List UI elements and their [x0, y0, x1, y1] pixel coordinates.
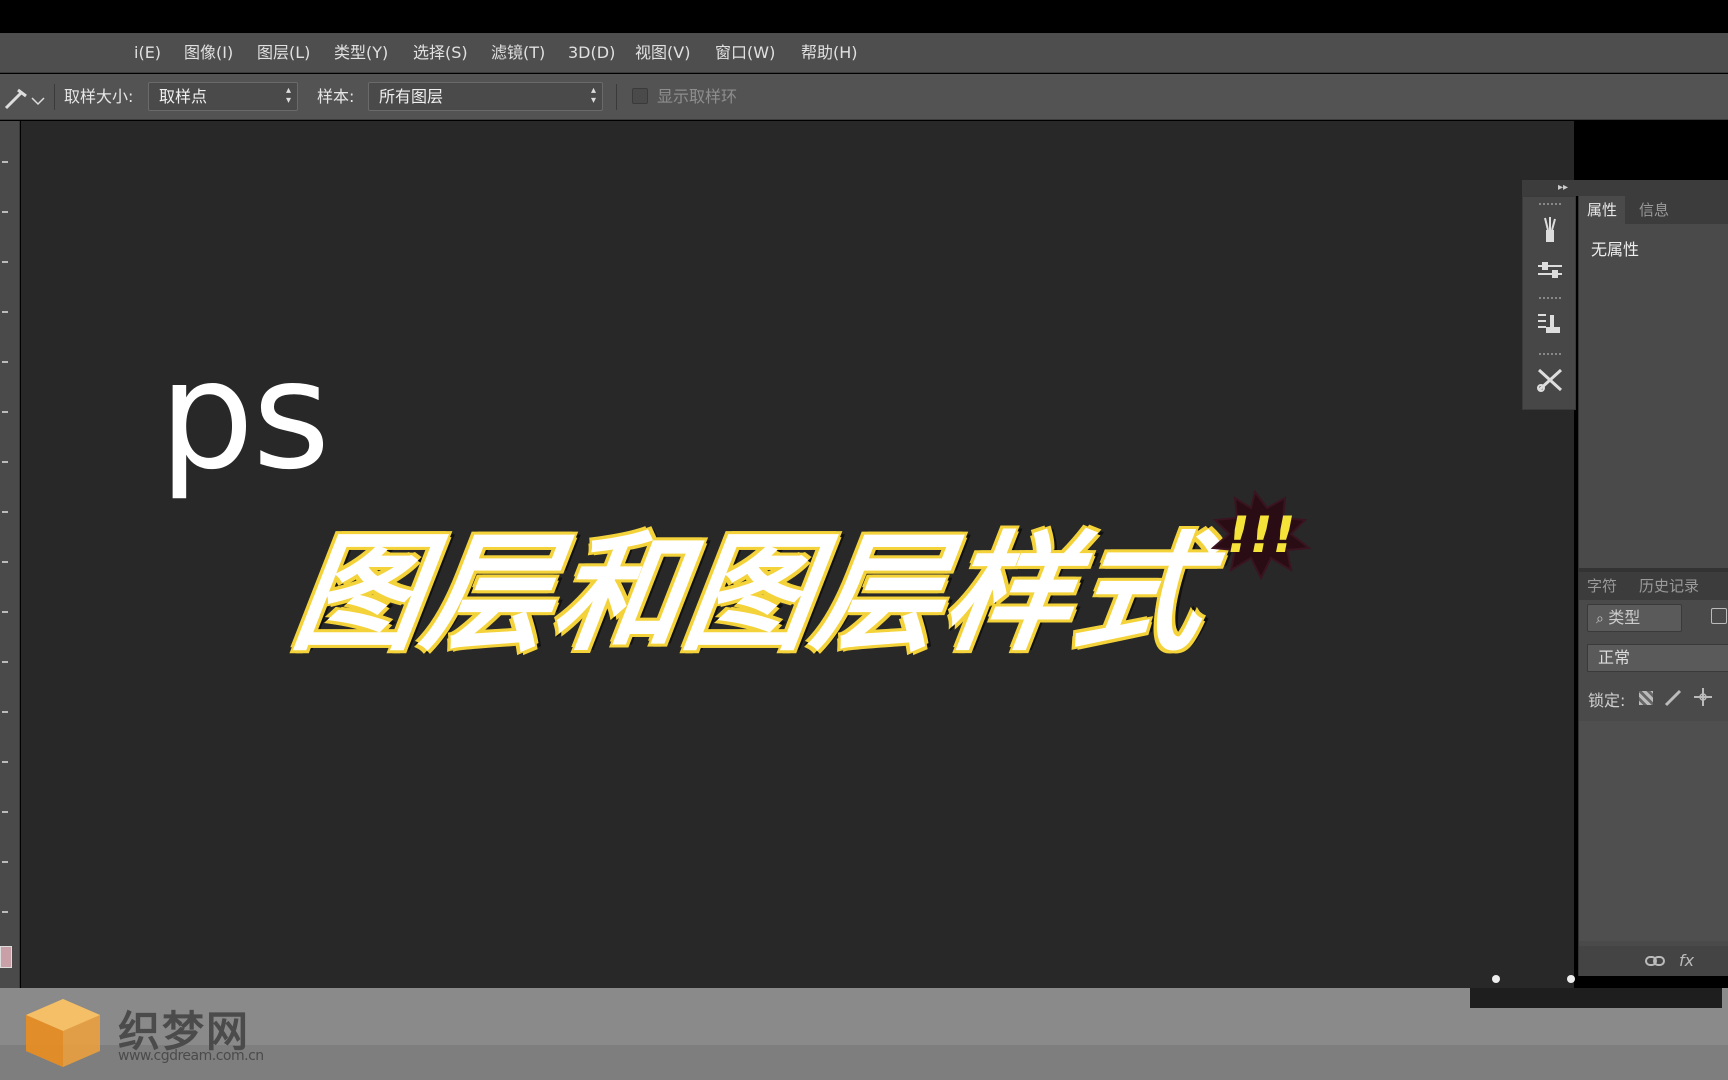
- foreground-color-swatch[interactable]: [0, 946, 12, 968]
- right-panels: 属性 信息 无属性 字符 历史记录 ⌕ 类型 正常 锁定: fx: [1578, 196, 1728, 976]
- tool-dodge[interactable]: [2, 711, 8, 713]
- lock-transparency-icon[interactable]: [1639, 691, 1653, 705]
- tool-stamp[interactable]: [2, 461, 8, 463]
- menu-bar: i(E) 图像(I) 图层(L) 类型(Y) 选择(S) 滤镜(T) 3D(D)…: [0, 33, 1728, 73]
- tool-marquee[interactable]: [2, 161, 8, 163]
- collapse-panels-icon[interactable]: ▸▸: [1558, 180, 1568, 196]
- menu-help[interactable]: 帮助(H): [801, 33, 858, 73]
- tab-character[interactable]: 字符: [1579, 572, 1625, 600]
- ps-heading: ps: [159, 329, 330, 503]
- tool-history[interactable]: [2, 511, 8, 513]
- brush-presets-icon[interactable]: [1531, 211, 1569, 249]
- show-sampling-ring-checkbox[interactable]: [632, 88, 648, 104]
- options-bar: 取样大小: 取样点 ▴ ▾ 样本: 所有图层 ▴ ▾ 显示取样环: [0, 74, 1728, 120]
- exclamation-burst: !!!: [1205, 489, 1315, 581]
- layer-kind-filter[interactable]: ⌕ 类型: [1587, 604, 1682, 632]
- options-divider: [54, 84, 55, 110]
- layers-list[interactable]: [1579, 721, 1728, 941]
- menu-3d[interactable]: 3D(D): [568, 33, 615, 73]
- tool-type[interactable]: [2, 811, 8, 813]
- tab-info[interactable]: 信息: [1631, 196, 1677, 224]
- dock-grip: [1539, 297, 1561, 299]
- dock-grip: [1539, 353, 1561, 355]
- sample-select[interactable]: 所有图层 ▴ ▾: [368, 82, 603, 111]
- blend-mode-value: 正常: [1598, 648, 1631, 667]
- title-text: 图层和图层样式: [283, 518, 1218, 671]
- lower-panel-tabs: 字符 历史记录: [1579, 572, 1728, 600]
- video-bottom-bar: [0, 988, 1728, 1045]
- layer-kind-value: 类型: [1608, 608, 1641, 627]
- tool-blur[interactable]: [2, 661, 8, 663]
- tool-brush[interactable]: [2, 411, 8, 413]
- burst-exclamations: !!!: [1227, 506, 1295, 564]
- options-divider: [616, 84, 617, 110]
- top-black-bar: [0, 0, 1728, 33]
- menu-window[interactable]: 窗口(W): [715, 33, 775, 73]
- link-layers-icon[interactable]: [1644, 953, 1666, 973]
- layers-footer: fx: [1579, 946, 1728, 976]
- tool-lasso[interactable]: [2, 211, 8, 213]
- tool-presets-icon[interactable]: [1531, 361, 1569, 399]
- panel-dock-header: ▸▸: [1522, 180, 1728, 196]
- lock-position-icon[interactable]: [1693, 687, 1713, 711]
- tab-properties[interactable]: 属性: [1579, 196, 1626, 224]
- tab-history[interactable]: 历史记录: [1631, 572, 1707, 600]
- tool-pen[interactable]: [2, 761, 8, 763]
- show-sampling-ring-label: 显示取样环: [657, 87, 738, 106]
- dock-grip: [1539, 203, 1561, 205]
- menu-filter[interactable]: 滤镜(T): [491, 33, 545, 73]
- select-arrows-icon: ▴ ▾: [590, 85, 596, 106]
- tool-crop[interactable]: [2, 261, 8, 263]
- tool-shape[interactable]: [2, 911, 8, 913]
- tools-panel: [0, 121, 20, 1076]
- image-filter-icon[interactable]: [1711, 608, 1727, 624]
- adjustments-icon[interactable]: [1531, 251, 1569, 289]
- blend-mode-select[interactable]: 正常: [1587, 644, 1728, 672]
- tool-gradient[interactable]: [2, 611, 8, 613]
- sample-size-value: 取样点: [159, 87, 208, 106]
- watermark-url: www.cgdream.com.cn: [118, 1048, 264, 1064]
- properties-tabs: 属性 信息: [1579, 196, 1728, 224]
- layer-style-button[interactable]: fx: [1679, 946, 1694, 976]
- select-arrows-icon: ▴ ▾: [285, 85, 291, 106]
- menu-view[interactable]: 视图(V): [635, 33, 690, 73]
- sample-size-label: 取样大小:: [64, 87, 134, 106]
- tool-path[interactable]: [2, 861, 8, 863]
- menu-layer[interactable]: 图层(L): [257, 33, 310, 73]
- menu-edit[interactable]: i(E): [134, 33, 161, 73]
- panel-dock: [1522, 196, 1576, 410]
- title-artwork: 图层和图层样式: [283, 518, 1295, 671]
- scrollbar-dot: [1492, 975, 1500, 983]
- tool-eyedropper[interactable]: [2, 311, 8, 313]
- tool-healing[interactable]: [2, 361, 8, 363]
- lock-paint-icon[interactable]: [1663, 686, 1685, 712]
- tool-eraser[interactable]: [2, 561, 8, 563]
- eyedropper-tool-icon[interactable]: [2, 82, 52, 116]
- logo-cube-icon: [20, 995, 106, 1073]
- timeline-scrollbar[interactable]: [1470, 988, 1722, 1008]
- scrollbar-dot: [1567, 975, 1575, 983]
- clone-source-icon[interactable]: [1531, 305, 1569, 343]
- sample-value: 所有图层: [379, 87, 444, 106]
- menu-select[interactable]: 选择(S): [413, 33, 468, 73]
- search-icon: ⌕: [1596, 611, 1609, 627]
- lock-label: 锁定:: [1588, 691, 1626, 710]
- menu-image[interactable]: 图像(I): [184, 33, 233, 73]
- menu-type[interactable]: 类型(Y): [334, 33, 388, 73]
- no-properties-text: 无属性: [1591, 240, 1640, 259]
- sample-size-select[interactable]: 取样点 ▴ ▾: [148, 82, 298, 111]
- sample-label: 样本:: [317, 87, 355, 106]
